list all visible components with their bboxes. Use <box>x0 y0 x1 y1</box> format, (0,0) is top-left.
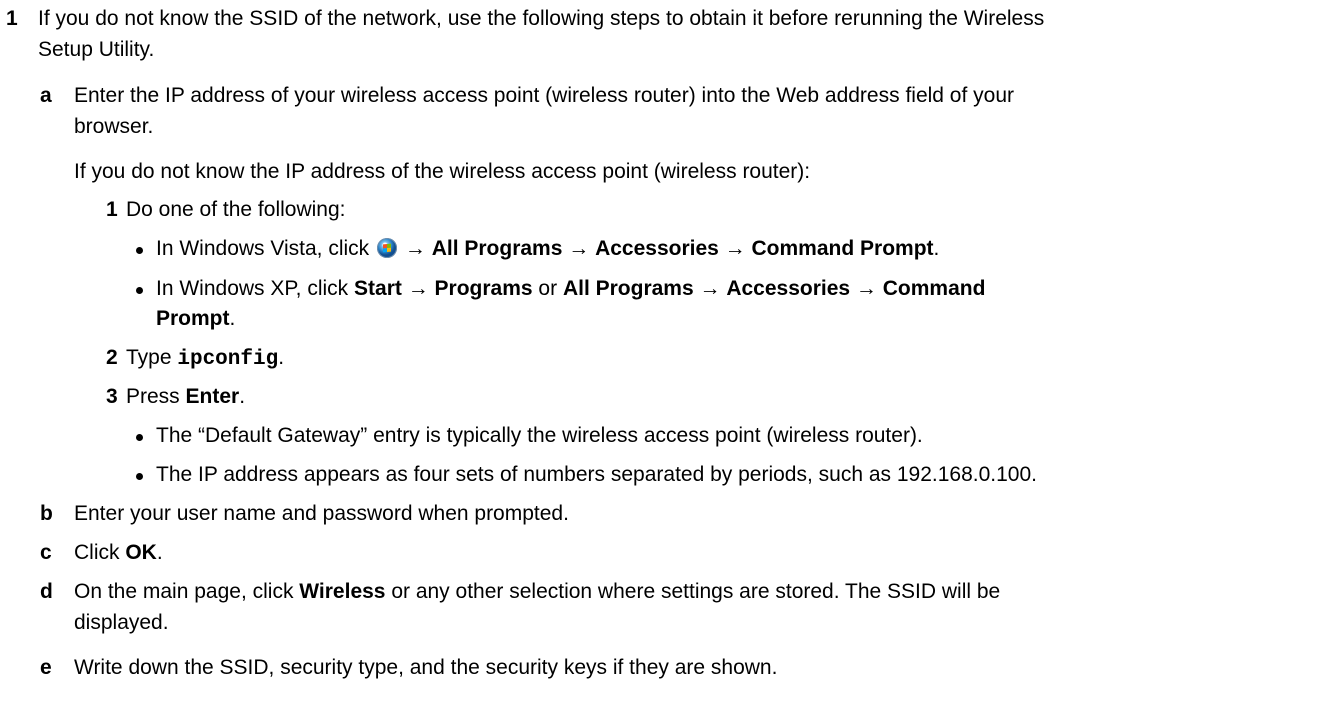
menu-path-item: Command <box>882 277 986 300</box>
instruction-text: or <box>532 277 563 300</box>
substep-text: Enter your user name and password when p… <box>74 502 569 525</box>
instruction-text: Type <box>126 346 178 369</box>
arrow-icon: → <box>401 277 435 300</box>
substep-letter: c <box>40 541 52 564</box>
bullet-text: The IP address appears as four sets of n… <box>156 463 1037 486</box>
arrow-icon: → <box>850 277 883 300</box>
bullet-text: The “Default Gateway” entry is typically… <box>156 424 923 447</box>
punctuation: . <box>239 385 246 408</box>
punctuation: . <box>933 237 940 260</box>
menu-path-item: Command Prompt <box>751 237 934 260</box>
substep-letter: a <box>40 84 52 107</box>
windows-start-orb-icon <box>377 238 398 258</box>
instruction-text: Press <box>126 385 186 408</box>
bullet <box>136 473 143 480</box>
bullet <box>136 434 143 441</box>
menu-path-item: Prompt <box>156 307 230 330</box>
vista-instruction: In Windows Vista, click → All Programs →… <box>156 234 939 264</box>
punctuation: . <box>278 346 285 369</box>
menu-path-item: Wireless <box>299 580 386 603</box>
bullet <box>136 247 143 254</box>
step-number: 1 <box>6 7 18 30</box>
arrow-icon: → <box>718 237 752 260</box>
substep-text: Write down the SSID, security type, and … <box>74 656 778 679</box>
substep-letter: b <box>40 502 53 525</box>
substep-text: displayed. <box>74 611 169 634</box>
menu-path-item: Start <box>354 277 402 300</box>
substep-text: browser. <box>74 115 154 138</box>
sub-step-text: Type ipconfig. <box>126 343 284 375</box>
button-name: OK <box>125 541 157 564</box>
instruction-text: On the main page, click <box>74 580 300 603</box>
sub-step-text: Press Enter. <box>126 382 245 412</box>
menu-path-item: All Programs <box>431 237 563 260</box>
instructions-page: 1 If you do not know the SSID of the net… <box>0 0 1332 706</box>
arrow-icon: → <box>693 277 727 300</box>
instruction-text: Click <box>74 541 126 564</box>
sub-step-text: Do one of the following: <box>126 198 346 221</box>
punctuation: . <box>156 541 163 564</box>
substep-text: On the main page, click Wireless or any … <box>74 577 1000 607</box>
sub-step-number: 3 <box>106 385 118 408</box>
substep-text: Enter the IP address of your wireless ac… <box>74 84 1014 107</box>
arrow-icon: → <box>562 237 596 260</box>
substep-letter: e <box>40 656 52 679</box>
menu-path-item: All Programs <box>562 277 694 300</box>
sub-step-number: 1 <box>106 198 118 221</box>
step-text: Setup Utility. <box>38 38 155 61</box>
substep-text: Click OK. <box>74 538 163 568</box>
bullet <box>136 287 143 294</box>
arrow-icon: → <box>399 237 432 260</box>
xp-instruction-cont: Prompt. <box>156 304 235 334</box>
command-code: ipconfig <box>177 348 279 371</box>
instruction-text: or any other selection where settings ar… <box>385 580 1001 603</box>
sub-step-number: 2 <box>106 346 118 369</box>
menu-path-item: Accessories <box>726 277 851 300</box>
instruction-text: In Windows XP, click <box>156 277 355 300</box>
step-text: If you do not know the SSID of the netwo… <box>38 7 1045 30</box>
key-name: Enter <box>185 385 240 408</box>
instruction-text: In Windows Vista, click <box>156 237 376 260</box>
menu-path-item: Programs <box>434 277 533 300</box>
xp-instruction: In Windows XP, click Start → Programs or… <box>156 274 985 304</box>
menu-path-item: Accessories <box>595 237 719 260</box>
substep-letter: d <box>40 580 53 603</box>
punctuation: . <box>229 307 236 330</box>
substep-intro: If you do not know the IP address of the… <box>74 160 811 183</box>
